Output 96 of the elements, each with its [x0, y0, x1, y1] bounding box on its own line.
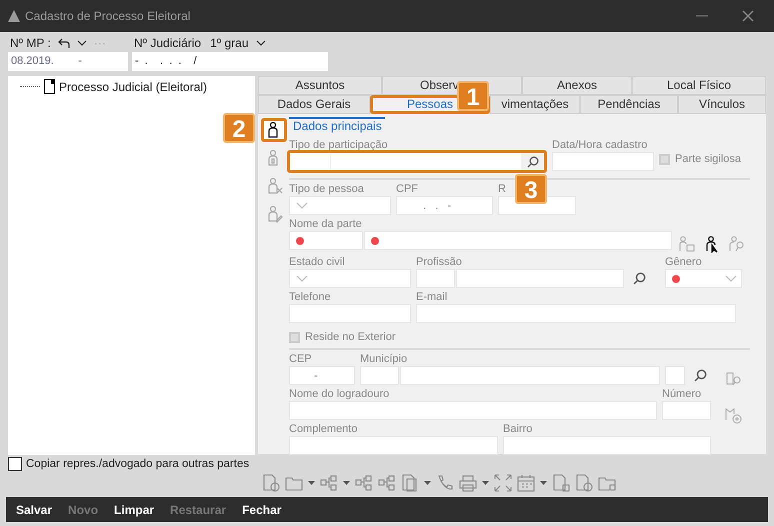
tab[interactable]: Vínculos — [678, 95, 766, 114]
field-label: Data/Hora cadastro — [552, 139, 648, 152]
checkbox-label: Parte sigilosa — [675, 153, 742, 165]
field-label: Complemento — [289, 423, 358, 436]
field-label: Profissão — [416, 256, 462, 269]
documents-icon[interactable] — [401, 474, 419, 492]
cpf-field[interactable]: . . - — [396, 196, 493, 215]
field-label: Nome do logradouro — [289, 388, 390, 401]
participation-type-field[interactable] — [287, 150, 547, 173]
field-label: Nome da parte — [289, 218, 362, 231]
judiciario-label: Nº Judiciário — [134, 36, 202, 50]
email-field[interactable] — [416, 304, 736, 323]
search-icon[interactable] — [694, 369, 707, 382]
calendar-icon[interactable] — [517, 474, 535, 492]
logo-icon — [8, 10, 20, 22]
number-field[interactable] — [662, 401, 711, 420]
checkbox[interactable] — [289, 332, 300, 342]
name-field[interactable] — [364, 231, 672, 250]
street-field[interactable] — [289, 401, 657, 420]
caret-icon[interactable] — [424, 481, 431, 485]
person-card-icon[interactable] — [678, 235, 696, 253]
minimize-icon[interactable] — [696, 15, 708, 17]
tab[interactable]: vimentações — [490, 95, 580, 114]
field-label: Gênero — [665, 256, 702, 269]
hierarchy-icon[interactable] — [320, 474, 338, 492]
checkbox-label: Reside no Exterior — [305, 331, 396, 343]
tab[interactable]: Assuntos — [258, 76, 382, 95]
caret-icon[interactable] — [482, 481, 489, 485]
document-lock-icon[interactable] — [552, 474, 570, 492]
caret-icon[interactable] — [343, 481, 350, 485]
field-label: Município — [360, 353, 408, 366]
footer-button[interactable]: Limpar — [108, 500, 160, 520]
field-label: Telefone — [289, 291, 331, 304]
caret-icon[interactable] — [308, 481, 315, 485]
cep-field[interactable]: - — [289, 366, 355, 385]
map-pin-search-icon[interactable] — [725, 370, 743, 388]
step-number-tooltip: 2 — [223, 113, 255, 143]
field-label: CEP — [289, 353, 312, 366]
field-label: Bairro — [503, 423, 532, 436]
step-number-tooltip: 1 — [457, 81, 489, 111]
tree-item[interactable]: Processo Judicial (Eleitoral) — [59, 80, 208, 94]
tab[interactable]: Anexos — [522, 76, 632, 95]
instance-selector[interactable]: 1º grau — [210, 36, 248, 50]
field-label: Número — [662, 388, 702, 401]
datetime-field[interactable] — [552, 152, 654, 171]
document-plus-icon[interactable] — [262, 474, 280, 492]
search-icon[interactable] — [633, 272, 646, 285]
close-icon[interactable] — [742, 10, 754, 22]
caret-icon[interactable] — [256, 40, 266, 46]
footer-button[interactable]: Fechar — [236, 500, 288, 520]
city-field[interactable] — [400, 366, 660, 385]
caret-icon — [296, 275, 308, 282]
profession-field[interactable] — [456, 269, 624, 288]
window-title: Cadastro de Processo Eleitoral — [25, 9, 190, 23]
caret-icon — [296, 202, 308, 209]
state-field[interactable] — [665, 366, 685, 385]
search-icon[interactable] — [527, 156, 539, 168]
expand-icon[interactable] — [494, 474, 512, 492]
map-add-icon[interactable] — [725, 406, 743, 424]
person-icon[interactable] — [260, 118, 286, 142]
copy-label: Copiar repres./advogado para outras partes — [26, 458, 250, 470]
step-number-tooltip: 3 — [515, 174, 547, 204]
caret-icon — [725, 275, 737, 282]
mp-label: Nº MP : — [10, 36, 51, 50]
tab[interactable]: Dados Gerais — [258, 95, 370, 114]
hierarchy-icon[interactable] — [378, 474, 396, 492]
field-label: Estado civil — [289, 256, 345, 269]
mp-number-field[interactable]: 08.2019. - — [8, 52, 128, 71]
caret-icon[interactable] — [76, 40, 87, 46]
checkbox[interactable] — [659, 154, 670, 164]
subtab[interactable]: Dados principais — [289, 117, 385, 136]
complement-field[interactable] — [289, 436, 498, 455]
tab[interactable]: Pendências — [580, 95, 678, 114]
gender-dropdown[interactable] — [665, 269, 742, 288]
field-label: Tipo de participação — [289, 139, 388, 152]
field-label: CPF — [396, 183, 418, 196]
footer-button[interactable]: Salvar — [10, 500, 58, 520]
judicial-number-field[interactable]: - . . . . / — [132, 52, 328, 71]
hierarchy-icon[interactable] — [355, 474, 373, 492]
name-code-field[interactable] — [289, 231, 363, 250]
copy-checkbox[interactable] — [8, 457, 22, 471]
field-label: Tipo de pessoa — [289, 183, 364, 196]
phone-icon[interactable] — [436, 474, 454, 492]
undo-icon[interactable] — [58, 38, 70, 48]
document-cancel-icon[interactable] — [575, 474, 593, 492]
tab[interactable]: Local Físico — [632, 76, 766, 95]
field-label: R — [498, 183, 506, 196]
phone-field[interactable] — [289, 304, 411, 323]
field-label: E-mail — [416, 291, 448, 304]
person-search-icon[interactable] — [728, 235, 746, 253]
printer-icon[interactable] — [459, 474, 477, 492]
caret-icon[interactable] — [540, 481, 547, 485]
city-code-field[interactable] — [360, 366, 399, 385]
district-field[interactable] — [503, 436, 711, 455]
document-icon — [44, 79, 55, 94]
profession-code-field[interactable] — [416, 269, 455, 288]
